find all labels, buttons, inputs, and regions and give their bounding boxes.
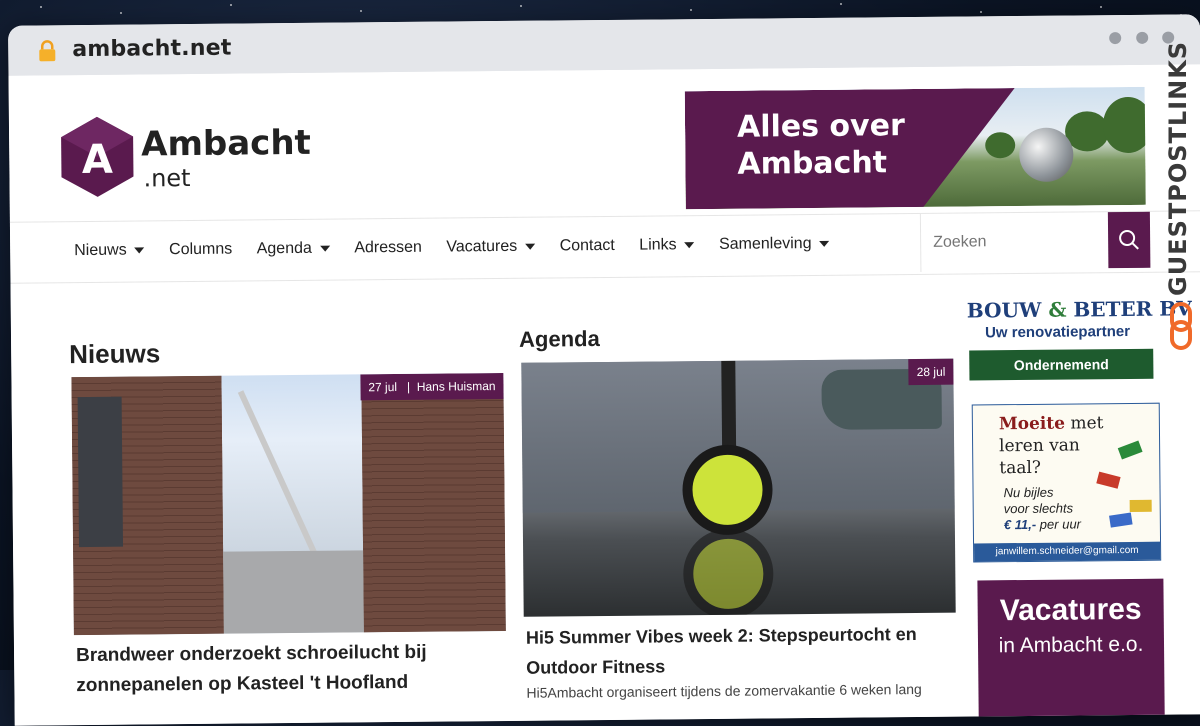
caret-down-icon (134, 247, 145, 254)
news-author[interactable]: Hans Huisman (417, 379, 496, 394)
book-icon (1129, 499, 1152, 512)
taal-offer: Nu bijles voor slechts € 11,- per uur (1003, 484, 1081, 533)
taal-per: per uur (1039, 516, 1082, 532)
caret-down-icon (819, 240, 830, 247)
web-page: A Ambacht .net Alles over Ambacht Nieuws… (8, 64, 1200, 726)
logo-letter: A (82, 137, 113, 183)
nav-item-vacatures[interactable]: Vacatures (446, 237, 536, 257)
banner-line-1: Alles over (736, 108, 905, 145)
caret-down-icon (319, 245, 330, 252)
taal-line-2: leren van (999, 435, 1080, 457)
news-meta-badge: 27 jul | Hans Huisman (360, 372, 504, 401)
nav-item-links[interactable]: Links (639, 236, 695, 255)
banner-line-2: Ambacht (737, 145, 888, 182)
header-banner[interactable]: Alles over Ambacht (684, 86, 1146, 210)
nav-item-adressen[interactable]: Adressen (354, 239, 422, 258)
nav-label: Links (639, 236, 677, 254)
brick-building-right (361, 392, 506, 633)
hexagon-logo-icon: A (61, 116, 134, 197)
bouw-tagline: Uw renovatiepartner (984, 322, 1131, 342)
news-section-title: Nieuws (69, 338, 161, 370)
agenda-date-badge: 28 jul (908, 358, 954, 386)
nav-label: Columns (169, 240, 233, 259)
search-icon (1119, 229, 1139, 250)
site-logo[interactable]: A Ambacht .net (59, 113, 311, 205)
vac-line-1: Vacatures (999, 592, 1142, 628)
bouw-beter-logo[interactable]: BOUW & BETER BV (967, 296, 1192, 322)
nav-label: Nieuws (74, 241, 127, 260)
news-date: 27 jul (368, 380, 398, 395)
caret-down-icon (684, 241, 695, 249)
nav-label: Samenleving (718, 235, 812, 253)
tree-shape (985, 132, 1016, 159)
nav-label: Vacatures (446, 237, 518, 256)
vac-line-2: in Ambacht e.o. (998, 632, 1144, 658)
vacatures-ad[interactable]: Vacatures in Ambacht e.o. (977, 578, 1165, 721)
agenda-headline[interactable]: Hi5 Summer Vibes week 2: Stepspeurtocht … (526, 619, 957, 683)
tree-shape (1102, 96, 1146, 154)
meta-separator: | (406, 379, 411, 394)
taal-price: € 11,- (1003, 516, 1037, 533)
window-dot-icon[interactable] (1135, 31, 1148, 44)
window-shape (77, 396, 124, 548)
taal-ad[interactable]: Moeite met leren van taal? Nu bijles voo… (971, 402, 1162, 563)
agenda-section-title: Agenda (518, 326, 600, 352)
window-dot-icon[interactable] (1109, 32, 1122, 45)
search-field (919, 212, 1116, 272)
agenda-teaser: Hi5Ambacht organiseert tijdens de zomerv… (526, 680, 922, 701)
search-input[interactable] (920, 212, 1116, 272)
nav-item-nieuws[interactable]: Nieuws (74, 241, 145, 260)
taal-email[interactable]: janwillem.schneider@gmail.com (974, 541, 1161, 562)
link-chain-icon (1170, 302, 1192, 350)
banner-text: Alles over Ambacht (737, 107, 905, 183)
nav-menu: Nieuws Columns Agenda Adressen Vacatures… (74, 235, 850, 260)
bouw-amp: & (1048, 297, 1067, 322)
search-button[interactable] (1107, 211, 1151, 269)
nav-label: Adressen (354, 238, 422, 257)
logo-name: Ambacht (140, 122, 311, 165)
lock-icon (39, 40, 56, 62)
book-icon (1117, 440, 1143, 460)
nav-item-columns[interactable]: Columns (169, 241, 232, 260)
ondernemend-button[interactable]: Ondernemend (969, 348, 1154, 381)
nav-label: Agenda (256, 239, 312, 258)
nav-item-samenleving[interactable]: Samenleving (719, 235, 830, 254)
taal-word-1: Moeite (998, 413, 1066, 435)
taal-rest-1: met (1070, 413, 1104, 434)
caret-down-icon (525, 243, 536, 250)
building-far (223, 550, 364, 634)
main-nav: Nieuws Columns Agenda Adressen Vacatures… (9, 210, 1200, 284)
taal-offer-1: Nu bijles (1003, 484, 1054, 501)
scooter-wheel (682, 444, 773, 536)
taal-line-3: taal? (999, 457, 1042, 479)
watermark-text: GUESTPOSTLINKS (1164, 40, 1192, 296)
bouw-name-1: BOUW (966, 297, 1042, 323)
taal-heading: Moeite met leren van taal? (999, 412, 1104, 479)
globe-fountain-image (1019, 127, 1074, 183)
book-icon (1096, 471, 1121, 489)
nav-item-agenda[interactable]: Agenda (257, 240, 330, 259)
news-image[interactable]: 27 jul | Hans Huisman (71, 372, 506, 636)
taal-offer-2: voor slechts (1003, 500, 1074, 517)
nav-item-contact[interactable]: Contact (560, 237, 615, 256)
address-bar-url[interactable]: ambacht.net (72, 36, 231, 63)
news-headline[interactable]: Brandweer onderzoekt schroeilucht bij zo… (76, 637, 497, 701)
logo-tld: .net (143, 163, 191, 193)
agenda-image[interactable]: 28 jul (521, 358, 956, 617)
browser-window: ambacht.net A Ambacht .net Alles over Am… (8, 14, 1200, 726)
wheel-reflection (682, 528, 774, 617)
book-icon (1109, 512, 1133, 528)
nav-label: Contact (559, 236, 615, 255)
